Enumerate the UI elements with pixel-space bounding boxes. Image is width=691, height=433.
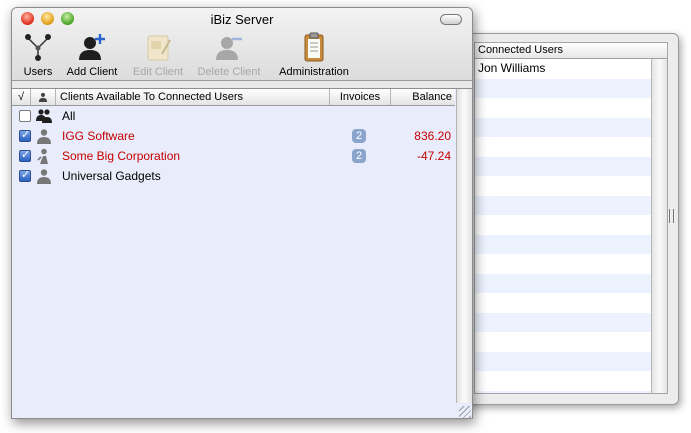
add-client-icon bbox=[79, 34, 105, 60]
empty-row bbox=[475, 312, 651, 332]
delete-client-button[interactable]: Delete Client bbox=[194, 32, 264, 80]
clients-table: √ Clients Available To Connected Users I… bbox=[12, 88, 472, 418]
empty-row bbox=[475, 215, 651, 235]
window-title: iBiz Server bbox=[210, 12, 274, 27]
person-icon bbox=[38, 92, 48, 102]
table-row[interactable]: All bbox=[12, 106, 455, 126]
empty-row bbox=[475, 273, 651, 293]
column-header-invoices[interactable]: Invoices bbox=[330, 89, 391, 105]
client-person-icon bbox=[37, 129, 51, 144]
empty-row bbox=[475, 234, 651, 254]
users-network-icon bbox=[25, 34, 51, 61]
clipboard-icon bbox=[304, 32, 324, 62]
table-row[interactable]: Universal Gadgets bbox=[12, 165, 455, 186]
column-header-type[interactable] bbox=[31, 89, 56, 105]
main-window: iBiz Server Users Add Client Edit Client… bbox=[11, 7, 473, 419]
empty-row bbox=[475, 156, 651, 176]
connected-users-drawer: Connected Users Jon Williams bbox=[463, 33, 679, 405]
client-name: IGG Software bbox=[62, 129, 135, 143]
drawer-resize-handle[interactable] bbox=[669, 209, 674, 223]
administration-label: Administration bbox=[279, 66, 349, 78]
empty-row bbox=[475, 176, 651, 196]
empty-row bbox=[475, 78, 651, 98]
drawer-scrollbar[interactable] bbox=[651, 59, 667, 393]
empty-row bbox=[475, 137, 651, 157]
empty-row bbox=[475, 390, 651, 393]
table-scrollbar[interactable] bbox=[456, 89, 472, 403]
balance-header-label: Balance bbox=[412, 91, 452, 103]
add-client-button[interactable]: Add Client bbox=[62, 32, 122, 80]
table-header: √ Clients Available To Connected Users I… bbox=[12, 89, 455, 106]
invoice-count-badge: 2 bbox=[352, 129, 366, 143]
connected-users-list: Connected Users Jon Williams bbox=[474, 42, 668, 394]
connected-users-rows: Jon Williams bbox=[475, 59, 651, 393]
row-checkbox[interactable] bbox=[19, 110, 31, 122]
edit-client-button[interactable]: Edit Client bbox=[128, 32, 188, 80]
empty-row bbox=[475, 371, 651, 391]
client-person-walking-icon bbox=[37, 148, 48, 164]
edit-client-icon bbox=[147, 35, 171, 61]
empty-row bbox=[475, 98, 651, 118]
column-header-balance[interactable]: Balance bbox=[391, 89, 455, 105]
row-checkbox[interactable] bbox=[19, 145, 31, 165]
column-header-check[interactable]: √ bbox=[12, 89, 31, 105]
client-person-icon bbox=[37, 169, 51, 184]
column-header-clients[interactable]: Clients Available To Connected Users bbox=[56, 89, 330, 105]
client-name: All bbox=[62, 109, 76, 123]
delete-client-icon bbox=[216, 37, 242, 60]
title-bar: iBiz Server Users Add Client Edit Client… bbox=[12, 8, 472, 81]
row-checkbox[interactable] bbox=[19, 125, 31, 145]
toolbar: Users Add Client Edit Client Delete Clie… bbox=[12, 32, 472, 80]
edit-client-label: Edit Client bbox=[132, 66, 184, 78]
table-row[interactable]: IGG Software 2 836.20 bbox=[12, 125, 455, 146]
resize-grip[interactable] bbox=[459, 406, 471, 418]
empty-row bbox=[475, 332, 651, 352]
client-balance: 836.20 bbox=[414, 129, 451, 143]
invoice-count-badge: 2 bbox=[352, 149, 366, 163]
add-client-label: Add Client bbox=[66, 66, 118, 78]
client-balance: -47.24 bbox=[416, 149, 451, 163]
users-label: Users bbox=[23, 66, 53, 78]
empty-row bbox=[475, 117, 651, 137]
empty-row bbox=[475, 195, 651, 215]
group-icon bbox=[36, 109, 52, 123]
client-name: Universal Gadgets bbox=[62, 169, 161, 183]
empty-row bbox=[475, 254, 651, 274]
empty-row bbox=[475, 293, 651, 313]
row-checkbox[interactable] bbox=[19, 165, 31, 185]
delete-client-label: Delete Client bbox=[197, 66, 261, 78]
administration-button[interactable]: Administration bbox=[272, 32, 356, 80]
users-button[interactable]: Users bbox=[20, 32, 56, 80]
table-row[interactable]: Some Big Corporation 2 -47.24 bbox=[12, 145, 455, 166]
toolbar-toggle-button[interactable] bbox=[440, 14, 462, 25]
connected-user-row[interactable]: Jon Williams bbox=[475, 59, 651, 79]
connected-users-header[interactable]: Connected Users bbox=[475, 43, 667, 59]
client-name: Some Big Corporation bbox=[62, 149, 181, 163]
empty-row bbox=[475, 351, 651, 371]
